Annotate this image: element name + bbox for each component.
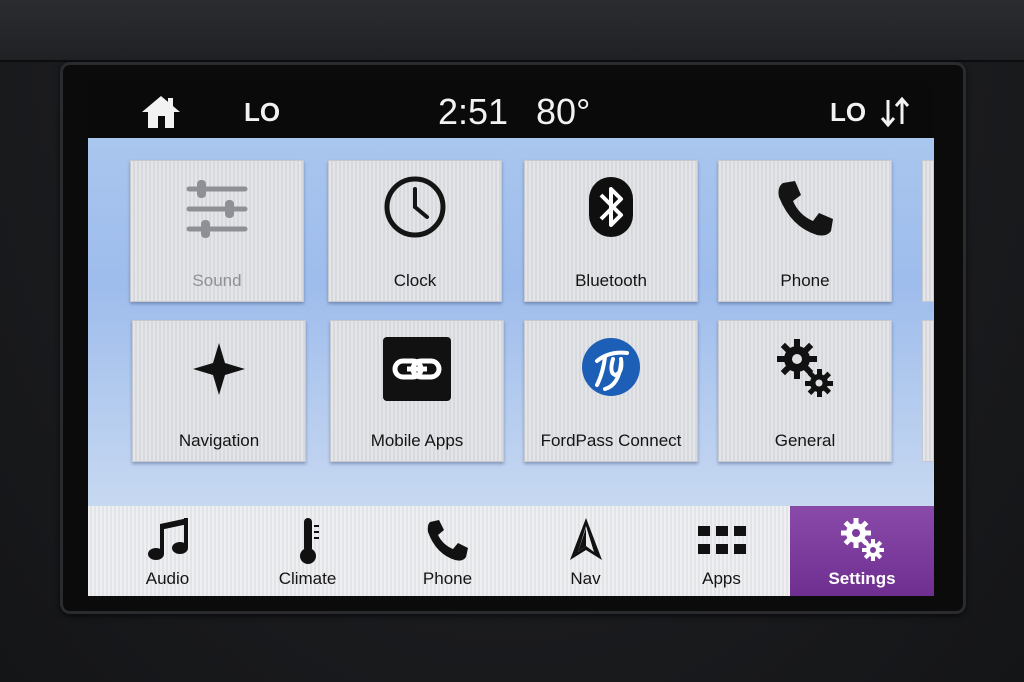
grid-icon <box>697 526 746 554</box>
nav-label: Climate <box>278 569 337 588</box>
driver-temp[interactable]: LO <box>244 97 280 128</box>
link-icon <box>383 337 451 401</box>
nav-label: Settings <box>828 569 896 588</box>
gears-icon <box>777 339 833 397</box>
nav-nav[interactable]: Nav <box>516 506 655 596</box>
status-bar: LO 2:51 80° LO <box>88 82 934 138</box>
next-page-tile-peek <box>922 320 934 462</box>
airflow-arrows-icon <box>880 96 910 128</box>
sync-screen: LO 2:51 80° LO Sound Clock Bluetooth Pho… <box>88 82 934 596</box>
phone-icon <box>427 520 468 561</box>
nav-label: Audio <box>145 569 190 588</box>
nav-settings[interactable]: Settings <box>790 506 934 596</box>
tile-label: FordPass Connect <box>540 431 682 450</box>
compass-star-icon <box>193 343 245 395</box>
tile-fordpass-connect[interactable]: FordPass Connect <box>524 320 698 462</box>
tile-label: Bluetooth <box>575 271 647 290</box>
home-icon <box>142 96 180 128</box>
tile-sound[interactable]: Sound <box>130 160 304 302</box>
bluetooth-icon <box>589 177 633 237</box>
tile-phone[interactable]: Phone <box>718 160 892 302</box>
nav-label: Nav <box>570 569 601 588</box>
nav-phone[interactable]: Phone <box>378 506 517 596</box>
home-button[interactable] <box>138 92 184 132</box>
next-page-tile-peek <box>922 160 934 302</box>
fordpass-logo-icon <box>582 338 640 396</box>
nav-label: Apps <box>702 569 741 588</box>
outside-temp: 80° <box>536 91 591 132</box>
bezel-top-trim <box>0 0 1024 62</box>
clock-icon <box>384 176 446 238</box>
tile-general[interactable]: General <box>718 320 892 462</box>
nav-label: Phone <box>422 569 473 588</box>
tile-mobile-apps[interactable]: Mobile Apps <box>330 320 504 462</box>
tile-navigation[interactable]: Navigation <box>132 320 306 462</box>
tile-label: Phone <box>780 271 830 290</box>
nav-apps[interactable]: Apps <box>652 506 791 596</box>
tile-label: Navigation <box>178 431 260 450</box>
music-note-icon <box>147 518 188 560</box>
airflow-button[interactable] <box>878 94 912 130</box>
phone-icon <box>778 181 833 236</box>
settings-grid: Sound Clock Bluetooth Phone Navigation M… <box>88 138 934 545</box>
tile-bluetooth[interactable]: Bluetooth <box>524 160 698 302</box>
passenger-temp[interactable]: LO <box>830 97 866 128</box>
thermometer-icon <box>299 518 319 564</box>
nav-audio[interactable]: Audio <box>98 506 237 596</box>
tile-label: Mobile Apps <box>370 431 464 450</box>
tile-label: Clock <box>393 271 437 290</box>
tile-label: General <box>774 431 836 450</box>
nav-arrow-icon <box>569 518 602 560</box>
clock-time: 2:51 <box>438 91 509 132</box>
tile-label: Sound <box>192 271 242 290</box>
gears-icon <box>841 518 884 561</box>
tile-clock[interactable]: Clock <box>328 160 502 302</box>
nav-climate[interactable]: Climate <box>238 506 377 596</box>
bottom-nav-bar: Audio Climate Phone Nav Apps Settings <box>88 506 934 596</box>
sliders-icon <box>186 180 248 238</box>
